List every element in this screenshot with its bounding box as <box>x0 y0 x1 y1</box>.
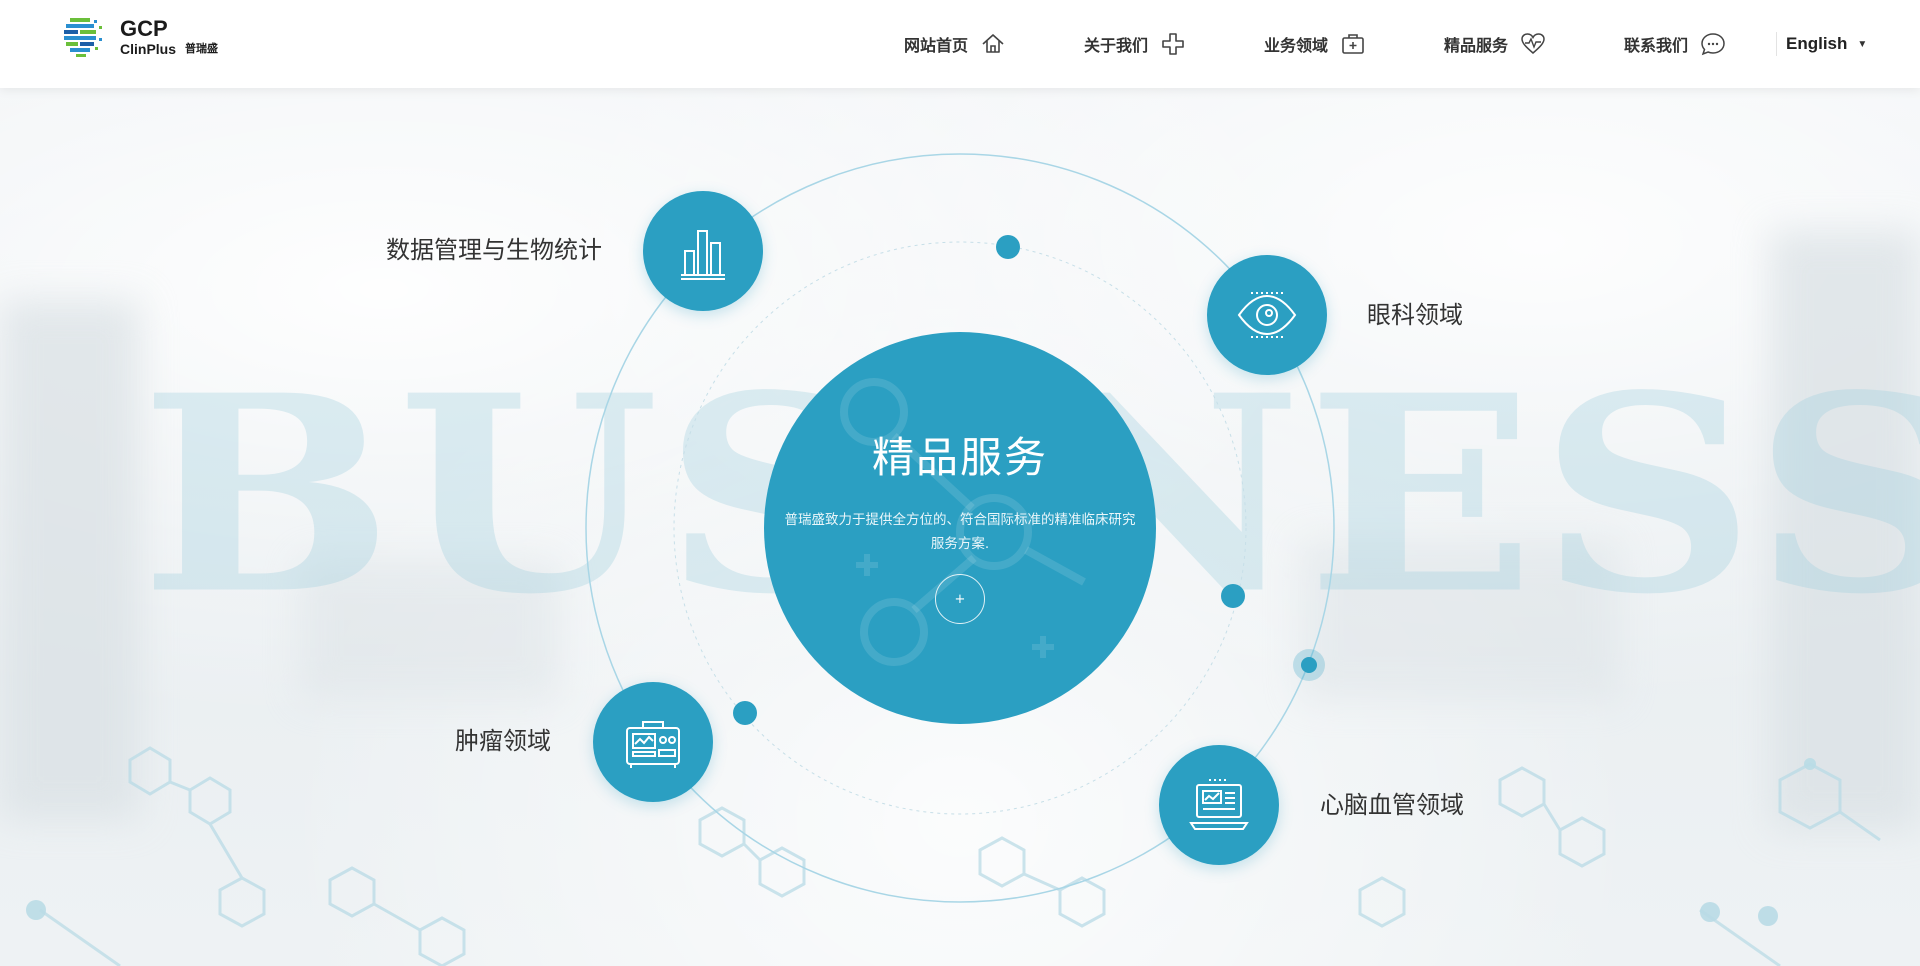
molecule-pattern <box>26 746 1881 966</box>
nav-divider <box>1776 32 1777 56</box>
center-description: 普瑞盛致力于提供全方位的、符合国际标准的精准临床研究服务方案. <box>784 512 1136 552</box>
nav-label: 关于我们 <box>1084 36 1149 55</box>
nav-label: 业务领域 <box>1264 36 1329 55</box>
laptop-chart-icon <box>1189 779 1249 830</box>
plus-cross-icon <box>1162 33 1184 55</box>
nav-label: 网站首页 <box>904 36 969 55</box>
nav-label: 联系我们 <box>1624 36 1689 55</box>
satellite-label-oncology: 肿瘤领域 <box>455 727 551 755</box>
logo-globe-icon <box>64 18 102 57</box>
logo-clinplus-text: ClinPlus <box>120 41 177 57</box>
nav-item-home[interactable]: 网站首页 <box>904 30 1006 58</box>
home-icon <box>982 34 1004 53</box>
medical-kit-icon <box>1342 34 1364 54</box>
more-button[interactable]: + <box>935 574 985 624</box>
satellite-oncology[interactable] <box>593 682 713 802</box>
nav-label: 精品服务 <box>1444 36 1509 55</box>
satellite-data-management[interactable] <box>643 191 763 311</box>
nav-item-about[interactable]: 关于我们 <box>1084 30 1186 58</box>
eye-icon <box>1237 292 1297 338</box>
satellite-ophthalmology[interactable] <box>1207 255 1327 375</box>
center-title: 精品服务 <box>871 433 1048 482</box>
chat-bubble-icon <box>1701 33 1725 56</box>
logo-gcp-text: GCP <box>120 16 168 41</box>
featured-services-circle: 精品服务 普瑞盛致力于提供全方位的、符合国际标准的精准临床研究服务方案. + <box>764 332 1156 724</box>
heart-pulse-icon <box>1521 33 1545 54</box>
satellite-cardiovascular[interactable] <box>1159 745 1279 865</box>
site-header: GCP ClinPlus 普瑞盛 网站首页 关于我们 业务领域 精品服务 联系我… <box>0 0 1920 88</box>
nav-item-business[interactable]: 业务领域 <box>1264 30 1366 58</box>
medical-device-icon <box>626 721 680 768</box>
caret-down-icon: ▼ <box>1857 38 1868 50</box>
logo-chinese-text: 普瑞盛 <box>185 42 218 55</box>
nav-item-contact[interactable]: 联系我们 <box>1624 30 1726 58</box>
satellite-label-data-management: 数据管理与生物统计 <box>386 236 602 264</box>
bar-chart-icon <box>681 230 725 280</box>
satellite-label-cardiovascular: 心脑血管领域 <box>1320 791 1464 819</box>
nav-item-services[interactable]: 精品服务 <box>1444 30 1546 58</box>
gcp-clinplus-logo[interactable]: GCP ClinPlus 普瑞盛 <box>64 14 224 64</box>
language-label: English <box>1786 34 1848 53</box>
language-switcher[interactable]: English ▼ <box>1786 30 1867 58</box>
satellite-label-ophthalmology: 眼科领域 <box>1367 301 1463 329</box>
